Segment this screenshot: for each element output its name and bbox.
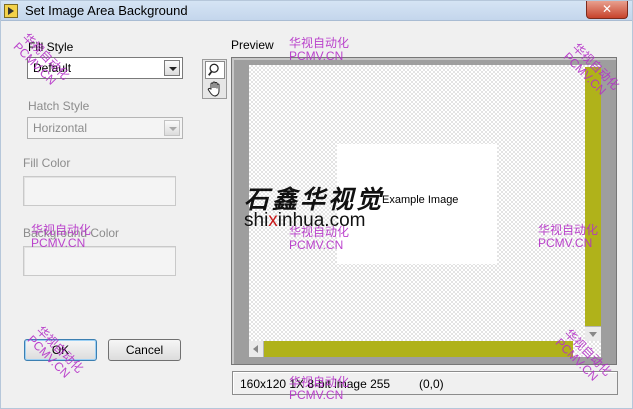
logo-url: shixinhua.com — [244, 210, 365, 232]
title-bar: Set Image Area Background ✕ — [1, 1, 632, 21]
cancel-button[interactable]: Cancel — [108, 339, 181, 361]
example-image-label: Example Image — [382, 194, 459, 206]
labview-app-icon — [4, 4, 18, 18]
image-info-text: 160x120 1X 8-bit image 255 — [240, 377, 391, 391]
scroll-left-icon[interactable] — [249, 341, 264, 357]
scroll-down-icon[interactable] — [585, 326, 601, 341]
close-button[interactable]: ✕ — [586, 1, 628, 19]
fill-style-label: Fill Style — [28, 40, 74, 54]
pixel-coordinate-text: (0,0) — [419, 377, 444, 391]
background-color-label: Background Color — [23, 226, 120, 240]
zoom-icon — [208, 63, 219, 76]
horizontal-scrollbar[interactable] — [249, 341, 573, 357]
window-title: Set Image Area Background — [25, 3, 188, 18]
hatch-style-dropdown[interactable]: Horizontal — [27, 117, 183, 139]
image-tools-palette — [202, 59, 227, 99]
logo-url-accent: x — [268, 210, 278, 231]
fill-style-value: Default — [33, 61, 72, 75]
chevron-down-icon[interactable] — [164, 120, 180, 136]
pan-tool-button[interactable] — [205, 80, 225, 98]
dialog-window: Set Image Area Background ✕ Fill Style D… — [0, 0, 633, 409]
ok-button[interactable]: OK — [24, 339, 97, 361]
zoom-tool-button[interactable] — [205, 61, 225, 79]
background-color-box[interactable] — [23, 246, 176, 276]
fill-color-box[interactable] — [23, 176, 176, 206]
chevron-down-icon[interactable] — [164, 60, 180, 76]
fill-style-dropdown[interactable]: Default — [27, 57, 183, 79]
hatch-style-value: Horizontal — [33, 121, 88, 135]
logo-url-suffix: inhua.com — [277, 210, 366, 231]
hatch-style-label: Hatch Style — [28, 99, 90, 113]
pan-hand-icon — [207, 81, 220, 97]
preview-label: Preview — [231, 38, 274, 52]
logo-url-prefix: shi — [244, 210, 269, 231]
fill-color-label: Fill Color — [23, 156, 71, 170]
vertical-scrollbar[interactable] — [585, 67, 601, 341]
